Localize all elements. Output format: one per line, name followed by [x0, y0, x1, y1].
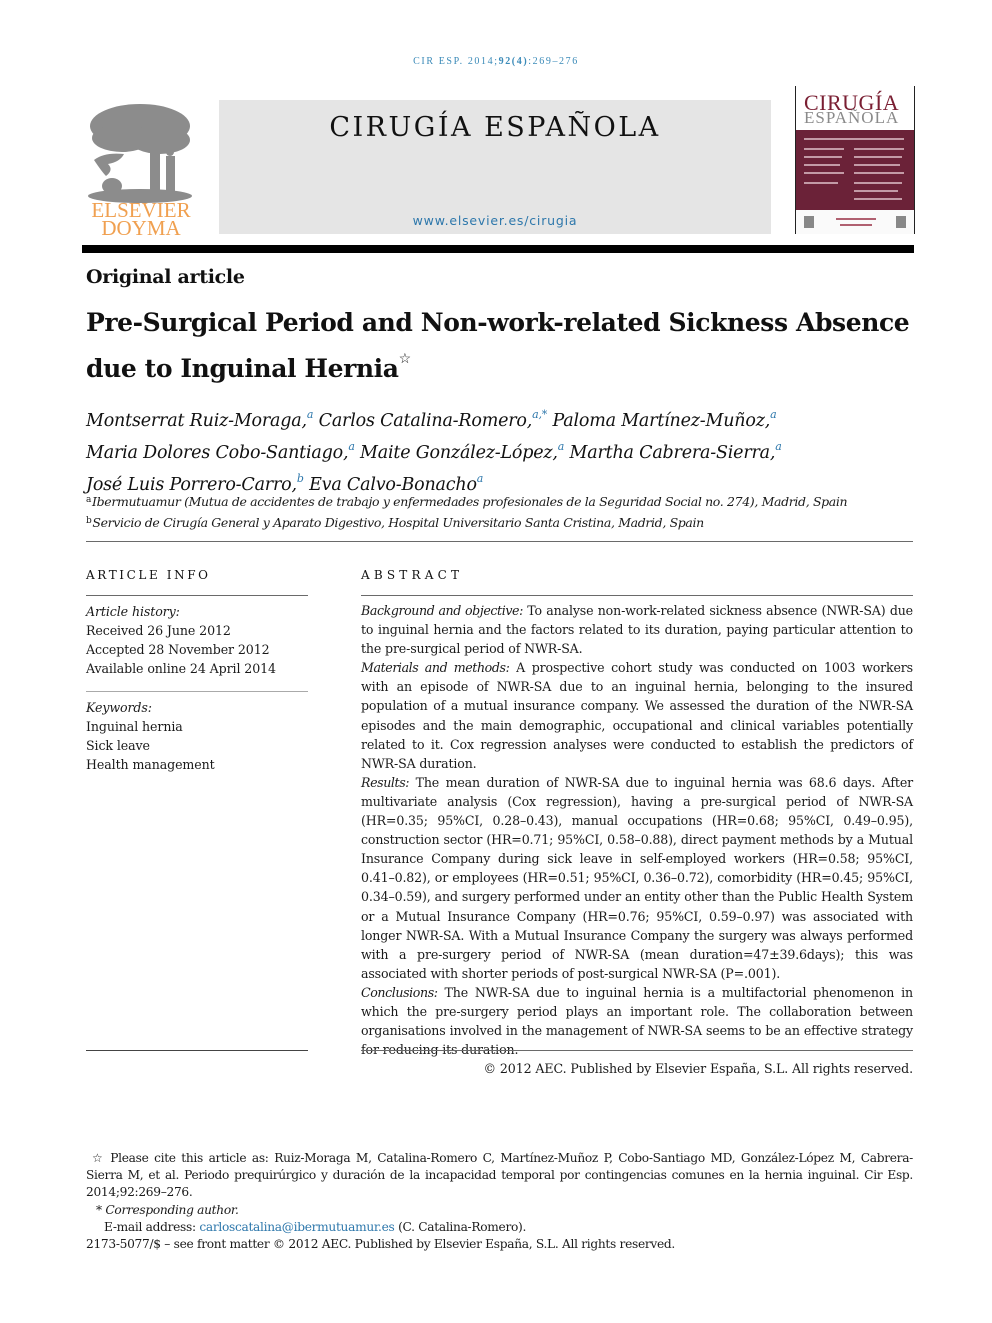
author: Carlos Catalina-Romero,	[318, 411, 533, 431]
abstract-heading: ABSTRACT	[361, 568, 464, 582]
affiliation-text: Servicio de Cirugía General y Aparato Di…	[92, 514, 704, 530]
affiliation-mark: a	[86, 495, 92, 505]
running-head-pages: :269–276	[528, 56, 579, 67]
affiliation-link[interactable]: a	[477, 472, 484, 485]
journal-banner: CIRUGÍA ESPAÑOLA www.elsevier.es/cirugia	[219, 100, 771, 234]
affiliation-list: aIbermutuamur (Mutua de accidentes de tr…	[86, 491, 916, 532]
author: Montserrat Ruiz-Moraga,	[86, 411, 307, 431]
keywords: Keywords: Inguinal hernia Sick leave Hea…	[86, 698, 308, 774]
article-title-text: Pre-Surgical Period and Non-work-related…	[86, 308, 910, 383]
affiliation-link[interactable]: a	[307, 408, 314, 421]
abstract-divider	[361, 595, 913, 596]
cover-footer	[796, 210, 914, 234]
article-info-divider	[86, 595, 308, 596]
abstract-section-label: Background and objective:	[361, 603, 523, 618]
affiliation-link[interactable]: a	[558, 440, 565, 453]
affiliation-text: Ibermutuamur (Mutua de accidentes de tra…	[92, 494, 848, 509]
asterisk-icon: *	[96, 1202, 102, 1217]
article-type: Original article	[86, 266, 245, 288]
abstract-section-background: Background and objective: To analyse non…	[361, 601, 913, 658]
abstract-section-text: The NWR-SA due to inguinal hernia is a m…	[361, 984, 913, 1058]
corresponding-author-label: Corresponding author.	[105, 1202, 239, 1217]
keywords-label: Keywords:	[86, 700, 152, 715]
email-label: E-mail address:	[104, 1219, 196, 1234]
abstract-section-label: Conclusions:	[361, 984, 438, 1000]
abstract-section-text: The mean duration of NWR-SA due to ingui…	[361, 774, 914, 981]
header-divider	[82, 245, 914, 253]
citation-star-icon: ☆	[92, 1151, 105, 1165]
abstract-section-results: Results: The mean duration of NWR-SA due…	[361, 773, 913, 983]
author: Martha Cabrera-Sierra,	[569, 443, 776, 463]
article-info-heading: ARTICLE INFO	[86, 568, 211, 582]
abstract-section-label: Materials and methods:	[361, 660, 510, 676]
abstract-section-label: Results:	[361, 774, 410, 790]
author: Maite González-López,	[360, 443, 558, 463]
email-owner: (C. Catalina-Romero).	[398, 1219, 527, 1234]
keyword: Sick leave	[86, 738, 150, 753]
keyword: Health management	[86, 757, 215, 772]
footnotes: ☆ Please cite this article as: Ruiz-Mora…	[86, 1150, 913, 1253]
affiliation-link[interactable]: b	[297, 472, 304, 485]
affiliation-item: bServicio de Cirugía General y Aparato D…	[86, 512, 916, 533]
article-info-end-divider	[86, 1050, 308, 1051]
author: Paloma Martínez-Muñoz,	[552, 411, 771, 431]
cover-contents-band	[796, 130, 914, 210]
journal-url-link[interactable]: www.elsevier.es/cirugia	[219, 213, 771, 228]
citation-text: Please cite this article as: Ruiz-Moraga…	[86, 1151, 913, 1200]
author: Maria Dolores Cobo-Santiago,	[86, 443, 349, 463]
article-title: Pre-Surgical Period and Non-work-related…	[86, 305, 916, 387]
abstract-body: Background and objective: To analyse non…	[361, 601, 913, 1059]
running-head: CIR ESP. 2014;92(4):269–276	[0, 56, 992, 67]
journal-cover-thumbnail: CIRUGÍA ESPAÑOLA	[795, 86, 915, 234]
elsevier-doyma-logo: ELSEVIER DOYMA	[82, 98, 200, 240]
abstract-panel: ABSTRACT Background and objective: To an…	[361, 568, 913, 1078]
history-received: Received 26 June 2012	[86, 623, 231, 638]
email-line: E-mail address: carloscatalina@ibermutua…	[86, 1219, 913, 1236]
email-link[interactable]: carloscatalina@ibermutuamur.es	[199, 1220, 394, 1234]
abstract-section-methods: Materials and methods: A prospective coh…	[361, 658, 913, 773]
keyword: Inguinal hernia	[86, 719, 183, 734]
history-online: Available online 24 April 2014	[86, 661, 276, 676]
citation-footnote: ☆ Please cite this article as: Ruiz-Mora…	[86, 1150, 913, 1202]
tree-icon: ELSEVIER DOYMA	[88, 104, 192, 240]
citation-note-star-icon[interactable]: ☆	[399, 351, 412, 367]
abstract-section-conclusions: Conclusions: The NWR-SA due to inguinal …	[361, 983, 913, 1059]
abstract-copyright: © 2012 AEC. Published by Elsevier España…	[483, 1061, 913, 1077]
affiliation-link[interactable]: a	[348, 440, 355, 453]
running-head-journal: CIR ESP.	[413, 56, 464, 67]
abstract-end-divider	[361, 1050, 913, 1051]
affiliation-mark: b	[86, 515, 92, 526]
abstract-section-text: A prospective cohort study was conducted…	[361, 660, 913, 771]
journal-title: CIRUGÍA ESPAÑOLA	[329, 112, 661, 143]
running-head-volume: 92(4)	[498, 56, 529, 67]
front-matter-line: 2173-5077/$ – see front matter © 2012 AE…	[86, 1237, 675, 1252]
affiliation-link[interactable]: a	[775, 440, 782, 453]
corresponding-author-note: * Corresponding author.	[86, 1202, 913, 1219]
article-history: Article history: Received 26 June 2012 A…	[86, 602, 308, 678]
affiliation-link[interactable]: a,*	[532, 408, 547, 421]
article-history-label: Article history:	[86, 604, 180, 619]
section-divider	[86, 541, 913, 542]
affiliation-item: aIbermutuamur (Mutua de accidentes de tr…	[86, 491, 916, 512]
logo-text-doyma: DOYMA	[101, 216, 181, 236]
article-info-panel: ARTICLE INFO Article history: Received 2…	[86, 568, 308, 774]
history-accepted: Accepted 28 November 2012	[86, 642, 270, 657]
keywords-divider	[86, 691, 308, 692]
author-list: Montserrat Ruiz-Moraga,a Carlos Catalina…	[86, 402, 916, 498]
running-head-year: 2014;	[467, 56, 499, 67]
cover-title-line2: ESPAÑOLA	[804, 108, 900, 127]
affiliation-link[interactable]: a	[770, 408, 777, 421]
